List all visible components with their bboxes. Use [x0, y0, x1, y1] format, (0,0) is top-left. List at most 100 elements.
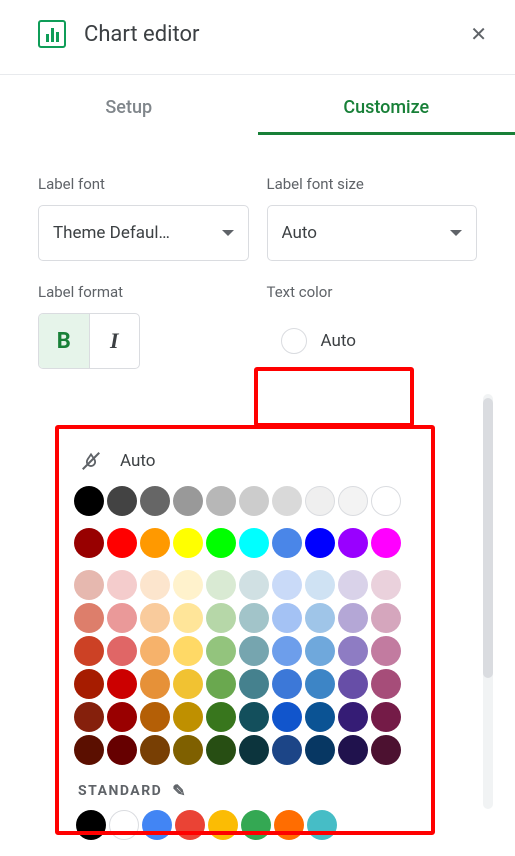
color-swatch[interactable] [239, 735, 269, 765]
color-swatch[interactable] [371, 603, 401, 633]
color-swatch[interactable] [175, 810, 205, 840]
color-swatch[interactable] [338, 486, 368, 516]
color-swatch[interactable] [206, 702, 236, 732]
color-swatch[interactable] [107, 636, 137, 666]
color-swatch[interactable] [107, 528, 137, 558]
color-swatch[interactable] [107, 702, 137, 732]
color-swatch[interactable] [272, 702, 302, 732]
color-swatch[interactable] [140, 735, 170, 765]
color-swatch[interactable] [173, 570, 203, 600]
color-swatch[interactable] [371, 702, 401, 732]
color-swatch[interactable] [338, 636, 368, 666]
tab-setup[interactable]: Setup [0, 97, 258, 135]
text-color-value: Auto [321, 331, 464, 351]
color-swatch[interactable] [272, 570, 302, 600]
color-swatch[interactable] [305, 528, 335, 558]
color-swatch[interactable] [307, 810, 337, 840]
color-swatch[interactable] [140, 570, 170, 600]
color-swatch[interactable] [140, 528, 170, 558]
color-swatch[interactable] [239, 528, 269, 558]
color-swatch[interactable] [338, 528, 368, 558]
edit-icon[interactable]: ✎ [172, 781, 187, 800]
color-swatch[interactable] [107, 669, 137, 699]
color-swatch[interactable] [74, 702, 104, 732]
color-swatch[interactable] [371, 570, 401, 600]
text-color-select[interactable]: Auto [267, 313, 478, 369]
bold-button[interactable]: B [39, 314, 90, 368]
color-swatch[interactable] [109, 810, 139, 840]
color-swatch[interactable] [239, 603, 269, 633]
color-swatch[interactable] [206, 735, 236, 765]
color-swatch[interactable] [206, 528, 236, 558]
color-swatch[interactable] [173, 702, 203, 732]
color-swatch[interactable] [74, 636, 104, 666]
color-swatch[interactable] [173, 735, 203, 765]
color-swatch[interactable] [371, 735, 401, 765]
color-swatch[interactable] [305, 735, 335, 765]
color-swatch[interactable] [74, 486, 104, 516]
color-swatch[interactable] [305, 603, 335, 633]
color-swatch[interactable] [107, 735, 137, 765]
color-swatch[interactable] [173, 528, 203, 558]
color-swatch[interactable] [140, 636, 170, 666]
color-swatch[interactable] [206, 636, 236, 666]
scrollbar[interactable] [483, 394, 493, 809]
color-swatch[interactable] [338, 570, 368, 600]
color-swatch[interactable] [272, 735, 302, 765]
color-swatch[interactable] [371, 636, 401, 666]
color-swatch[interactable] [74, 669, 104, 699]
color-swatch[interactable] [272, 636, 302, 666]
color-swatch[interactable] [142, 810, 172, 840]
color-swatch[interactable] [272, 486, 302, 516]
color-swatch[interactable] [338, 735, 368, 765]
color-swatch[interactable] [173, 636, 203, 666]
label-font-size-select[interactable]: Auto [267, 205, 478, 261]
color-swatch[interactable] [107, 486, 137, 516]
color-swatch[interactable] [74, 603, 104, 633]
color-swatch[interactable] [239, 570, 269, 600]
color-swatch[interactable] [305, 669, 335, 699]
color-swatch[interactable] [140, 603, 170, 633]
color-swatch[interactable] [272, 528, 302, 558]
color-swatch[interactable] [107, 570, 137, 600]
color-swatch[interactable] [76, 810, 106, 840]
color-swatch[interactable] [173, 669, 203, 699]
color-swatch[interactable] [338, 702, 368, 732]
color-swatch[interactable] [272, 669, 302, 699]
color-swatch[interactable] [140, 486, 170, 516]
color-swatch[interactable] [140, 669, 170, 699]
color-swatch[interactable] [173, 603, 203, 633]
color-swatch[interactable] [74, 528, 104, 558]
color-swatch[interactable] [274, 810, 304, 840]
color-swatch[interactable] [371, 528, 401, 558]
color-swatch[interactable] [239, 636, 269, 666]
color-swatch[interactable] [371, 669, 401, 699]
color-swatch[interactable] [173, 486, 203, 516]
color-swatch[interactable] [305, 636, 335, 666]
color-swatch[interactable] [305, 486, 335, 516]
color-swatch[interactable] [74, 735, 104, 765]
close-icon[interactable]: ✕ [466, 18, 491, 50]
color-swatch[interactable] [208, 810, 238, 840]
color-swatch[interactable] [206, 570, 236, 600]
label-font-select[interactable]: Theme Defaul… [38, 205, 249, 261]
color-swatch[interactable] [74, 570, 104, 600]
color-swatch[interactable] [305, 702, 335, 732]
color-swatch[interactable] [206, 603, 236, 633]
italic-button[interactable]: I [90, 314, 140, 368]
color-swatch[interactable] [140, 702, 170, 732]
tab-customize[interactable]: Customize [258, 97, 515, 135]
color-swatch[interactable] [338, 603, 368, 633]
color-swatch[interactable] [206, 486, 236, 516]
color-swatch[interactable] [206, 669, 236, 699]
color-swatch[interactable] [239, 702, 269, 732]
color-swatch[interactable] [241, 810, 271, 840]
color-swatch[interactable] [305, 570, 335, 600]
color-swatch[interactable] [272, 603, 302, 633]
color-swatch[interactable] [107, 603, 137, 633]
color-swatch[interactable] [338, 669, 368, 699]
color-auto-option[interactable]: Auto [74, 442, 420, 486]
color-swatch[interactable] [239, 669, 269, 699]
color-swatch[interactable] [371, 486, 401, 516]
color-swatch[interactable] [239, 486, 269, 516]
